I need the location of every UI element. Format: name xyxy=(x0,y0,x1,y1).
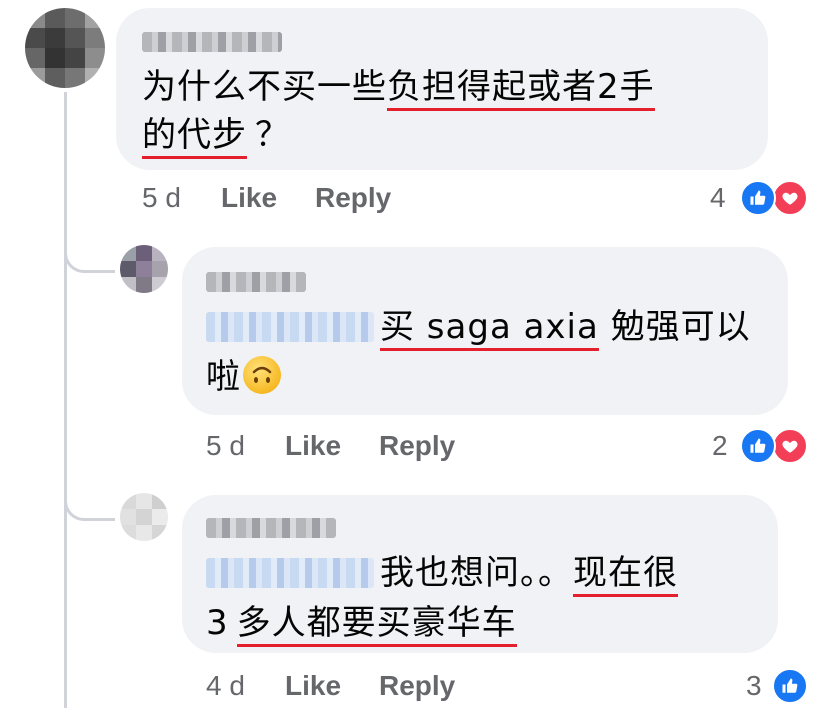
reply-button[interactable]: Reply xyxy=(379,430,455,462)
avatar[interactable] xyxy=(25,8,105,88)
comment-text: 的代步？ xyxy=(142,110,290,160)
timestamp[interactable]: 5 d xyxy=(206,430,245,462)
love-icon[interactable] xyxy=(772,180,808,216)
reply-button[interactable]: Reply xyxy=(379,670,455,702)
comment-text-plain: 勉强可以 xyxy=(598,307,751,347)
highlighted-text: 负担得起或者2手 xyxy=(387,67,655,111)
comment-text: 买 saga axia 勉强可以 xyxy=(380,302,751,352)
reaction-count[interactable]: 4 xyxy=(710,182,726,214)
comment-text-plain: 啦 xyxy=(206,357,241,397)
thread-branch xyxy=(64,488,115,521)
thread-line xyxy=(64,92,67,708)
mention-tag[interactable] xyxy=(206,312,374,342)
comment-text-plain: ？ xyxy=(255,115,290,155)
like-icon[interactable] xyxy=(740,180,776,216)
highlighted-text: 现在很 xyxy=(573,553,678,597)
love-icon[interactable] xyxy=(772,428,808,464)
reply-button[interactable]: Reply xyxy=(315,182,391,214)
timestamp[interactable]: 5 d xyxy=(142,182,181,214)
comment-text: 3 多人都要买豪华车 xyxy=(206,598,517,648)
like-button[interactable]: Like xyxy=(221,182,277,214)
timestamp[interactable]: 4 d xyxy=(206,670,245,702)
like-icon[interactable] xyxy=(740,428,776,464)
comment-text: 为什么不买一些负担得起或者2手 xyxy=(142,62,655,112)
like-button[interactable]: Like xyxy=(285,430,341,462)
avatar[interactable] xyxy=(120,245,168,293)
comment-text-plain: 为什么不买一些 xyxy=(142,67,387,107)
avatar[interactable] xyxy=(120,493,168,541)
highlighted-text: 买 saga axia xyxy=(380,307,599,351)
reaction-count[interactable]: 2 xyxy=(712,430,728,462)
author-name[interactable] xyxy=(206,518,336,538)
thread-branch xyxy=(64,240,115,273)
like-icon[interactable] xyxy=(772,668,808,704)
upside-down-face-icon xyxy=(243,356,281,394)
reaction-count[interactable]: 3 xyxy=(746,670,762,702)
comment-text: 啦 xyxy=(206,352,281,402)
highlighted-text: 的代步 xyxy=(142,115,247,159)
comment-text-plain: 我也想问。。 xyxy=(380,553,573,593)
comment-text: 我也想问。。现在很 xyxy=(380,548,678,598)
comment-text-plain: 3 xyxy=(206,603,229,643)
highlighted-text: 多人都要买豪华车 xyxy=(236,603,517,647)
author-name[interactable] xyxy=(206,272,306,292)
mention-tag[interactable] xyxy=(206,558,374,588)
like-button[interactable]: Like xyxy=(285,670,341,702)
author-name[interactable] xyxy=(142,32,282,52)
